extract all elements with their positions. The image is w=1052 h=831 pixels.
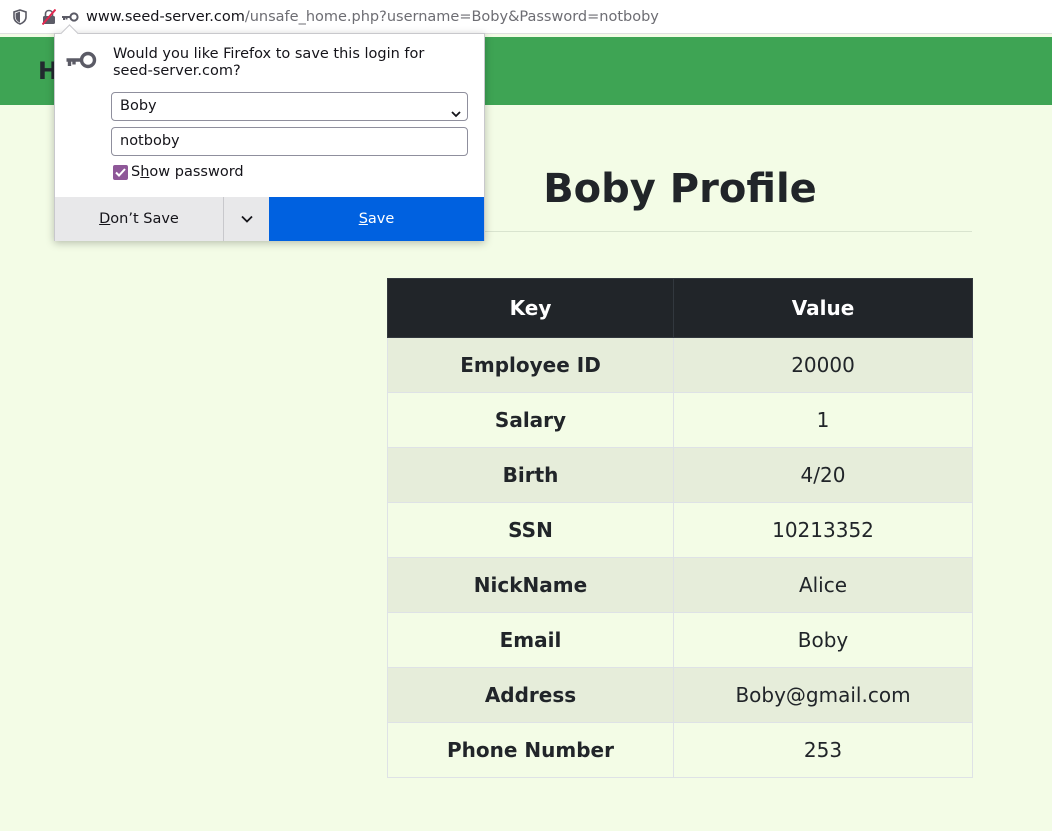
table-row: Phone Number 253 [387,722,973,778]
profile-table: Key Value Employee ID 20000 Salary 1 Birth… [387,278,973,778]
row-value: 253 [673,722,973,778]
row-key: Birth [387,447,674,503]
row-key: Phone Number [387,722,674,778]
table-row: Email Boby [387,612,973,668]
popup-button-row: Don’t Save Save [55,197,484,241]
row-key: NickName [387,557,674,613]
row-value: Boby@gmail.com [673,667,973,723]
row-key: SSN [387,502,674,558]
row-value: Boby [673,612,973,668]
url-bar[interactable]: www.seed-server.com/unsafe_home.php?user… [0,0,1052,34]
checkmark-icon [115,168,126,177]
row-key: Email [387,612,674,668]
row-value: Alice [673,557,973,613]
username-value: Boby [120,98,157,114]
save-accesskey: S [358,211,368,227]
table-header-row: Key Value [387,278,973,338]
table-row: NickName Alice [387,557,973,613]
table-row: Address Boby@gmail.com [387,667,973,723]
row-value: 20000 [673,337,973,393]
row-key: Address [387,667,674,723]
dont-save-label: on’t Save [110,211,179,227]
row-key: Salary [387,392,674,448]
save-button[interactable]: Save [269,197,484,241]
value-column-header: Value [673,278,973,338]
dont-save-button[interactable]: Don’t Save [55,197,223,241]
show-password-label-start: S [131,164,141,180]
url-path: /unsafe_home.php?username=Boby&Password=… [244,9,659,25]
chevron-down-icon [240,215,253,223]
row-key: Employee ID [387,337,674,393]
save-login-popup: Would you like Firefox to save this logi… [54,24,485,241]
username-select[interactable]: Boby [111,92,468,121]
row-value: 10213352 [673,502,973,558]
password-value: notboby [120,133,180,149]
key-column-header: Key [387,278,674,338]
row-value: 4/20 [673,447,973,503]
table-row: Salary 1 [387,392,973,448]
dont-save-accesskey: D [99,211,111,227]
more-options-button[interactable] [223,197,269,241]
show-password-label[interactable]: Show password [131,164,244,180]
lock-insecure-icon[interactable] [41,8,57,26]
url-host: www.seed-server.com [86,9,245,25]
shield-icon[interactable] [12,8,28,26]
table-row: Birth 4/20 [387,447,973,503]
table-row: SSN 10213352 [387,502,973,558]
show-password-label-end: ow password [149,164,244,180]
table-row: Employee ID 20000 [387,337,973,393]
row-value: 1 [673,392,973,448]
key-icon[interactable] [61,8,79,26]
password-field[interactable]: notboby [111,127,468,156]
popup-message: Would you like Firefox to save this logi… [113,46,425,79]
show-password-checkbox[interactable] [113,165,128,180]
url-text[interactable]: www.seed-server.com/unsafe_home.php?user… [86,8,659,26]
key-icon [65,50,97,74]
chevron-down-icon [451,101,461,128]
save-label: ave [367,211,395,227]
